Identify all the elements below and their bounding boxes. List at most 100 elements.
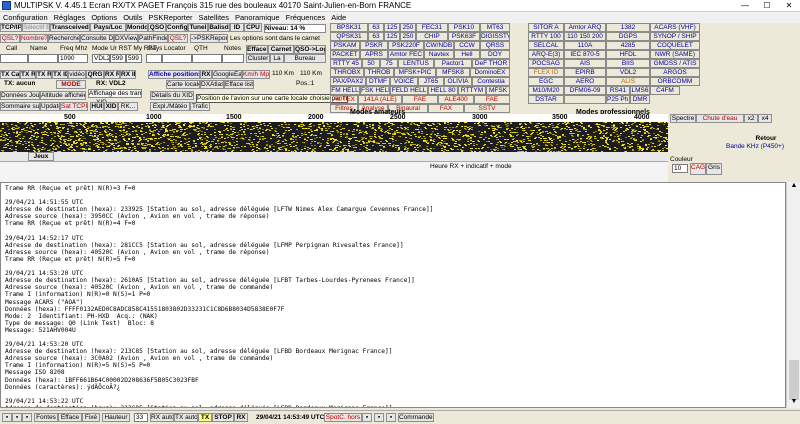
- sat-tcpip-button[interactable]: Sat TCPIP: [60, 102, 88, 111]
- menu-configuration[interactable]: Configuration: [0, 13, 51, 22]
- menu-pskreporter[interactable]: PSKReporter: [145, 13, 195, 22]
- cag-button[interactable]: CAG: [690, 163, 706, 175]
- mode-rtty75[interactable]: 75: [380, 59, 398, 68]
- mode-packet[interactable]: PACKET: [330, 50, 360, 59]
- scroll-thumb[interactable]: [789, 360, 799, 400]
- menu-reglages[interactable]: Réglages: [51, 13, 89, 22]
- qrg-button[interactable]: QRG: [86, 70, 104, 79]
- mode-amtor-fec[interactable]: Amtor FEC: [388, 50, 424, 59]
- mode-110a[interactable]: 110A: [564, 41, 606, 50]
- output-scrollbar[interactable]: ▲ ▼: [786, 182, 800, 408]
- qso-log-button[interactable]: QSO->Log: [294, 45, 326, 54]
- fixe-button[interactable]: Fixé: [82, 413, 100, 422]
- mode-p25[interactable]: P25 Ph1: [606, 95, 630, 104]
- mode-hfdl[interactable]: HFDL: [606, 50, 650, 59]
- mode-pocsag[interactable]: POCSAG: [528, 59, 564, 68]
- bureau-button[interactable]: Bureau: [284, 54, 326, 63]
- affiche-positions-button[interactable]: Affiche positions: [148, 70, 200, 79]
- balise-button[interactable]: Balisd: [208, 23, 230, 32]
- mode-4285[interactable]: 4285: [606, 41, 650, 50]
- mode-amtor-arq[interactable]: Amtor ARQ: [564, 23, 606, 32]
- mode-fsk-hell[interactable]: FSK HELL: [360, 86, 390, 95]
- zoom-x2-button[interactable]: x2: [744, 114, 758, 123]
- menu-panoramique[interactable]: Panoramique: [232, 13, 283, 22]
- menu-options[interactable]: Options: [88, 13, 120, 22]
- mode-cw-ndb[interactable]: CW/NDB: [424, 41, 454, 50]
- mode-alis[interactable]: ALIS: [606, 77, 650, 86]
- details-xid-button[interactable]: Détails du XID: [150, 91, 194, 100]
- mode-qpsk63[interactable]: 63: [368, 32, 384, 41]
- mode-contestia[interactable]: Contestia: [472, 77, 510, 86]
- mode-fae[interactable]: FAE: [402, 95, 438, 104]
- mode-psk10[interactable]: PSK10: [448, 23, 480, 32]
- zoom-x4-button[interactable]: x4: [758, 114, 772, 123]
- mode-rtty45[interactable]: RTTY 45: [330, 59, 362, 68]
- tx-button[interactable]: TX: [198, 413, 212, 422]
- mode-c4fm[interactable]: C4FM: [650, 86, 680, 95]
- trafic-button[interactable]: Trafic: [190, 102, 210, 111]
- mode-dstar[interactable]: DSTAR: [528, 95, 564, 104]
- rx-rs-button[interactable]: RX RS: [104, 70, 120, 79]
- mode-rs41[interactable]: RS41: [606, 86, 630, 95]
- mode-fae2[interactable]: FAE: [474, 95, 510, 104]
- mode-ais[interactable]: AIS: [564, 59, 606, 68]
- mode-psk63f[interactable]: PSK63F: [448, 32, 480, 41]
- mode-rtty-110-150-200[interactable]: 110 150 200: [564, 32, 606, 41]
- pays-input[interactable]: [146, 54, 162, 63]
- mode-bpsk125[interactable]: 125: [384, 23, 400, 32]
- decoded-output[interactable]: Trame RR (Reçue et prêt) N(R)=3 F=0 29/0…: [0, 182, 786, 408]
- tx-id-button[interactable]: TX ID: [52, 70, 68, 79]
- menu-frequences[interactable]: Fréquences: [283, 13, 329, 22]
- mode-bpsk250[interactable]: 250: [400, 23, 416, 32]
- name-input[interactable]: [28, 54, 58, 63]
- efface-button[interactable]: Efface: [58, 413, 82, 422]
- mode-arq-e3[interactable]: ARQ-E(3): [528, 50, 564, 59]
- mode-gmdss-atis[interactable]: GMDSS / ATIS: [650, 59, 700, 68]
- nombre-button[interactable]: Nombre?: [20, 34, 48, 43]
- mode-dominoex[interactable]: DominoEX: [470, 68, 510, 77]
- stop-button[interactable]: STOP: [212, 413, 234, 422]
- scroll-up-icon[interactable]: ▲: [787, 182, 800, 192]
- notes-input[interactable]: [222, 54, 244, 63]
- mode-nwr-same[interactable]: NWR (SAME): [650, 50, 700, 59]
- mode-hell[interactable]: Hell: [454, 50, 480, 59]
- mode-lentus[interactable]: LENTUS: [398, 59, 434, 68]
- mode-psk220f[interactable]: PSK220F: [388, 41, 424, 50]
- consulte-button[interactable]: Consulte DXV: [80, 34, 114, 43]
- mode-vdl2[interactable]: VDL2: [606, 68, 650, 77]
- sommaire-button[interactable]: Sommaire sur RX: [0, 102, 40, 111]
- altitude-button[interactable]: Altitude affichée: [40, 91, 86, 100]
- mode-pactor1[interactable]: Pactor1: [434, 59, 472, 68]
- hui-button[interactable]: HUI: [90, 102, 104, 111]
- mode-sitor-a[interactable]: SITOR A: [528, 23, 564, 32]
- dxatlas-button[interactable]: DXAtlas: [200, 80, 224, 89]
- mode-input[interactable]: VDL2: [92, 54, 110, 63]
- mode-mfsk[interactable]: MFSK: [486, 86, 510, 95]
- fontes-button[interactable]: Fontes: [34, 413, 58, 422]
- mode-dgps[interactable]: DGPS: [606, 32, 650, 41]
- mode-navtex[interactable]: Navtex: [424, 50, 454, 59]
- mode-flex-id[interactable]: FLEX ID: [528, 68, 564, 77]
- sstv-button[interactable]: SSTV: [464, 104, 510, 113]
- selective-button[interactable]: Sélectif Bdd: [22, 23, 50, 32]
- mode-feld-hell[interactable]: FELD HELL: [390, 86, 428, 95]
- spotc-button[interactable]: SpotC. hors: [324, 413, 362, 422]
- pskreporter-button[interactable]: ->PSKReporter: [190, 34, 228, 43]
- mode-qpsk250[interactable]: 250: [400, 32, 416, 41]
- cluster-button[interactable]: Cluster: [246, 54, 270, 63]
- mode-fec31[interactable]: FEC31: [416, 23, 448, 32]
- open-icon[interactable]: ▪: [12, 413, 22, 422]
- jeux-button[interactable]: Jeux: [28, 152, 54, 161]
- mode-bpsk63[interactable]: 63: [368, 23, 384, 32]
- transceiver-button[interactable]: Transceived: [50, 23, 90, 32]
- mode-fm-hell[interactable]: FM HELL: [330, 86, 360, 95]
- mode-dmr[interactable]: DMR: [630, 95, 650, 104]
- google-earth-button[interactable]: GoogleEarth: [212, 70, 242, 79]
- mode-chip[interactable]: CHIP: [416, 32, 448, 41]
- tunel-button[interactable]: Tunel: [188, 23, 208, 32]
- waterfall-display[interactable]: [0, 122, 668, 152]
- mode-bpsk31[interactable]: BPSK31: [330, 23, 368, 32]
- qth-input[interactable]: [192, 54, 222, 63]
- mode-m10-m20[interactable]: M10/M20: [528, 86, 564, 95]
- tx-rs2-button[interactable]: TX RS: [36, 70, 52, 79]
